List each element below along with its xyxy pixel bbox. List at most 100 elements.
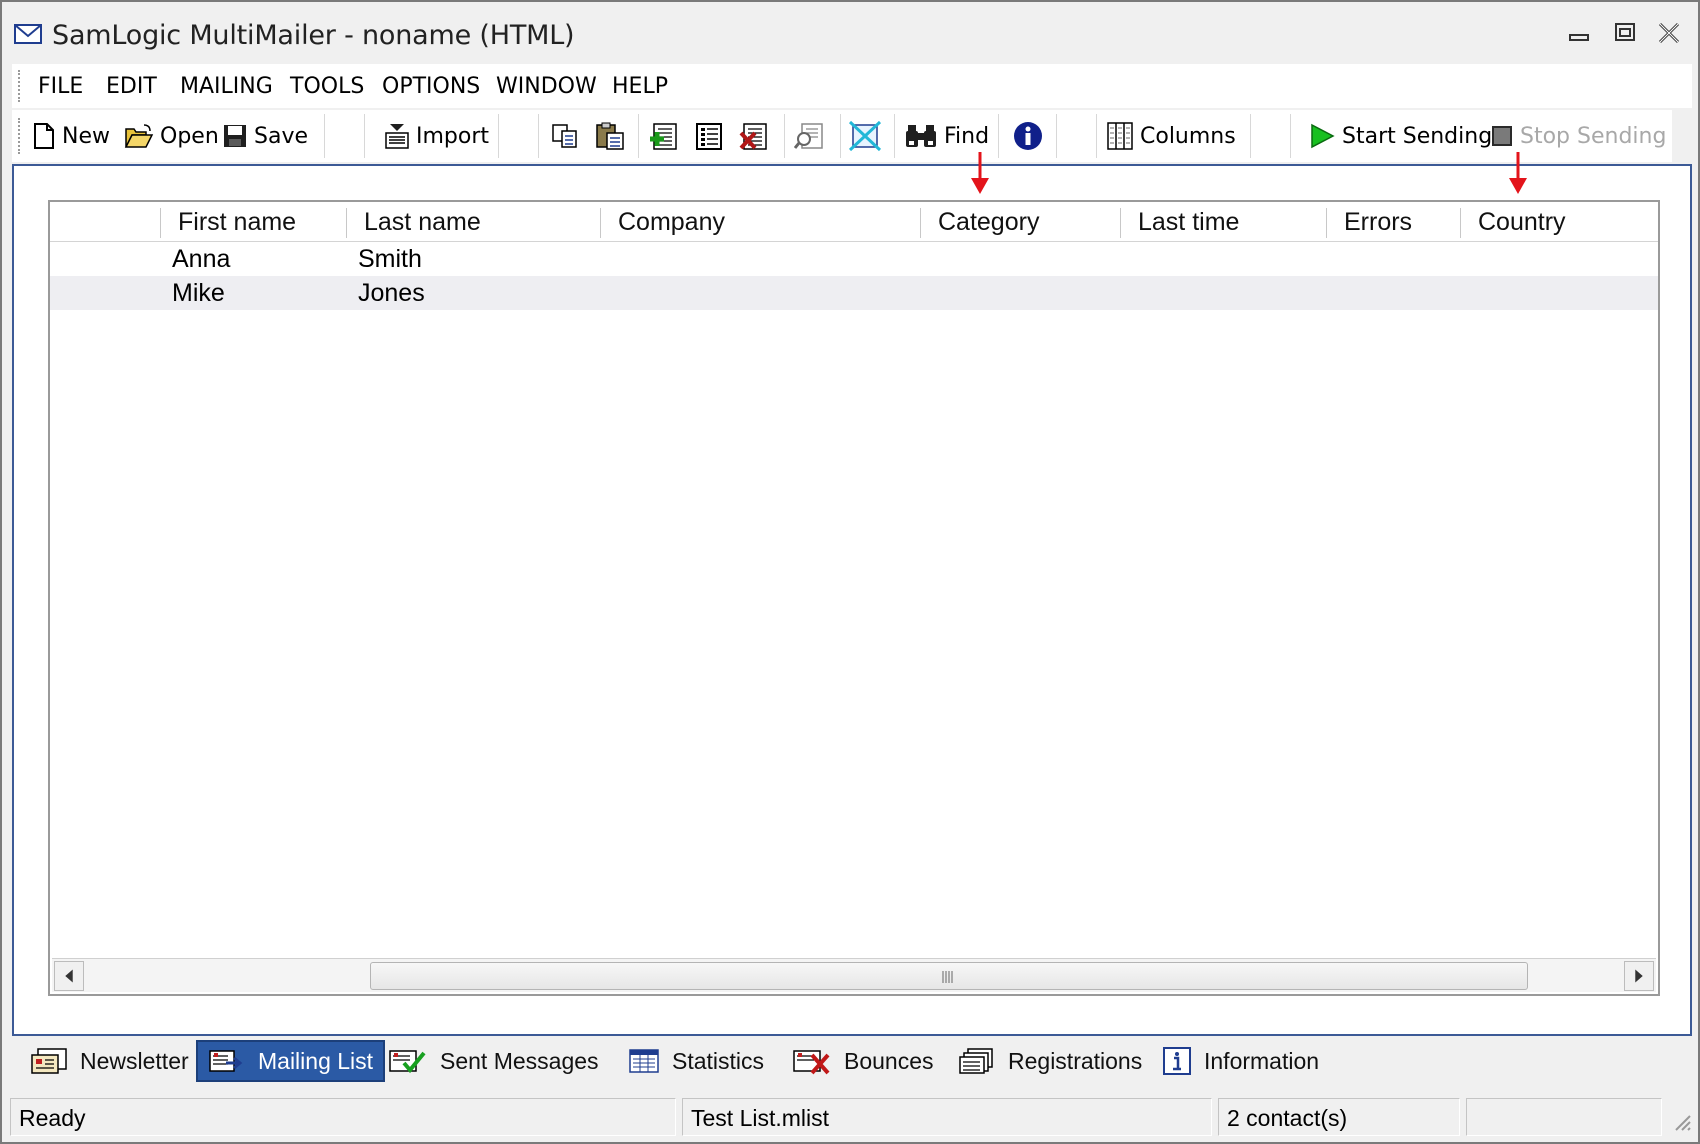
columns-icon xyxy=(1107,122,1133,150)
bounces-icon xyxy=(793,1050,830,1075)
table-row[interactable]: Mike Jones xyxy=(50,276,1658,310)
start-sending-button[interactable]: Start Sending xyxy=(1308,116,1492,156)
menu-window[interactable]: WINDOW xyxy=(496,74,597,99)
tab-mailing-list[interactable]: Mailing List xyxy=(196,1040,386,1082)
column-errors[interactable]: Errors xyxy=(1344,208,1412,237)
envelope-icon xyxy=(14,24,42,44)
menu-tools[interactable]: TOOLS xyxy=(290,74,364,99)
copy-icon xyxy=(552,124,577,148)
toolbar-separator xyxy=(1290,114,1292,158)
column-divider[interactable] xyxy=(346,208,347,238)
clear-icon xyxy=(848,120,882,152)
toolbar-separator xyxy=(840,114,842,158)
tab-label: Sent Messages xyxy=(440,1047,599,1074)
grid-header: First name Last name Company Category La… xyxy=(50,202,1658,242)
preview-button[interactable] xyxy=(794,116,826,156)
tab-label: Mailing List xyxy=(258,1047,374,1074)
tab-sent-messages[interactable]: Sent Messages xyxy=(378,1040,609,1082)
status-bar: Ready Test List.mlist 2 contact(s) xyxy=(6,1096,1696,1140)
tab-registrations[interactable]: Registrations xyxy=(948,1040,1152,1082)
open-folder-icon xyxy=(124,124,154,148)
save-disk-icon xyxy=(224,125,246,147)
minimize-icon[interactable] xyxy=(1562,18,1596,48)
tab-statistics[interactable]: Statistics xyxy=(618,1040,774,1082)
menu-mailing[interactable]: MAILING xyxy=(180,74,273,99)
annotation-arrow-icon xyxy=(1509,152,1527,194)
column-divider[interactable] xyxy=(160,208,161,238)
column-divider[interactable] xyxy=(1326,208,1327,238)
title-bar[interactable]: SamLogic MultiMailer - noname (HTML) xyxy=(2,2,1698,60)
add-contact-button[interactable] xyxy=(648,116,680,156)
tab-label: Statistics xyxy=(672,1047,765,1074)
preview-icon xyxy=(794,123,823,149)
column-country[interactable]: Country xyxy=(1478,208,1566,237)
menu-options[interactable]: OPTIONS xyxy=(382,74,480,99)
new-label: New xyxy=(62,123,110,149)
cell-first-name: Mike xyxy=(172,279,225,307)
toolbar-separator xyxy=(998,114,1000,158)
status-state: Ready xyxy=(10,1098,676,1136)
maximize-icon[interactable] xyxy=(1608,18,1642,48)
statistics-icon xyxy=(629,1049,659,1073)
edit-contact-button[interactable] xyxy=(694,116,724,156)
column-divider[interactable] xyxy=(1120,208,1121,238)
copy-button[interactable] xyxy=(550,116,580,156)
menu-grip[interactable] xyxy=(18,70,22,102)
new-button[interactable]: New xyxy=(32,116,110,156)
toolbar-separator xyxy=(784,114,786,158)
horizontal-scrollbar[interactable] xyxy=(52,958,1656,992)
column-divider[interactable] xyxy=(920,208,921,238)
tab-information[interactable]: Information xyxy=(1152,1040,1329,1082)
toolbar-separator xyxy=(538,114,540,158)
column-last-time[interactable]: Last time xyxy=(1138,208,1239,237)
import-button[interactable]: Import xyxy=(384,116,489,156)
mailing-list-icon xyxy=(209,1050,243,1072)
mailing-list-panel: First name Last name Company Category La… xyxy=(12,164,1692,1036)
status-file: Test List.mlist xyxy=(682,1098,1212,1136)
import-icon xyxy=(385,124,409,149)
play-icon xyxy=(1311,123,1335,149)
tab-label: Registrations xyxy=(1008,1047,1143,1074)
column-category[interactable]: Category xyxy=(938,208,1039,237)
clear-button[interactable] xyxy=(848,116,882,156)
scroll-left-icon[interactable] xyxy=(54,961,84,991)
delete-contact-button[interactable] xyxy=(738,116,770,156)
cell-last-name: Jones xyxy=(358,279,425,307)
status-extra xyxy=(1466,1098,1662,1136)
table-row[interactable]: Anna Smith xyxy=(50,242,1658,276)
close-icon[interactable] xyxy=(1652,18,1686,48)
columns-label: Columns xyxy=(1140,123,1236,149)
paste-button[interactable] xyxy=(594,116,626,156)
start-sending-label: Start Sending xyxy=(1342,123,1493,149)
tab-bounces[interactable]: Bounces xyxy=(782,1040,944,1082)
open-label: Open xyxy=(160,123,219,149)
toolbar-separator xyxy=(1056,114,1058,158)
newsletter-icon xyxy=(31,1048,67,1074)
column-last-name[interactable]: Last name xyxy=(364,208,481,237)
open-button[interactable]: Open xyxy=(124,116,219,156)
tab-newsletter[interactable]: Newsletter xyxy=(20,1040,199,1082)
find-button[interactable]: Find xyxy=(904,116,989,156)
column-divider[interactable] xyxy=(600,208,601,238)
menu-edit[interactable]: EDIT xyxy=(106,74,157,99)
toolbar-separator xyxy=(1250,114,1252,158)
column-first-name[interactable]: First name xyxy=(178,208,296,237)
menu-help[interactable]: HELP xyxy=(612,74,668,99)
menu-file[interactable]: FILE xyxy=(38,74,83,99)
toolbar-separator xyxy=(498,114,500,158)
scrollbar-thumb[interactable] xyxy=(370,962,1528,990)
scroll-right-icon[interactable] xyxy=(1624,961,1654,991)
info-button[interactable] xyxy=(1012,116,1044,156)
resize-grip-icon[interactable] xyxy=(1670,1110,1692,1132)
toolbar-separator xyxy=(638,114,640,158)
sent-messages-icon xyxy=(389,1050,426,1074)
save-button[interactable]: Save xyxy=(222,116,308,156)
save-label: Save xyxy=(254,123,309,149)
column-company[interactable]: Company xyxy=(618,208,725,237)
column-divider[interactable] xyxy=(1460,208,1461,238)
stop-icon xyxy=(1492,126,1512,146)
delete-contact-icon xyxy=(739,123,767,150)
toolbar-grip[interactable] xyxy=(18,118,22,154)
columns-button[interactable]: Columns xyxy=(1106,116,1236,156)
add-contact-icon xyxy=(650,123,677,150)
